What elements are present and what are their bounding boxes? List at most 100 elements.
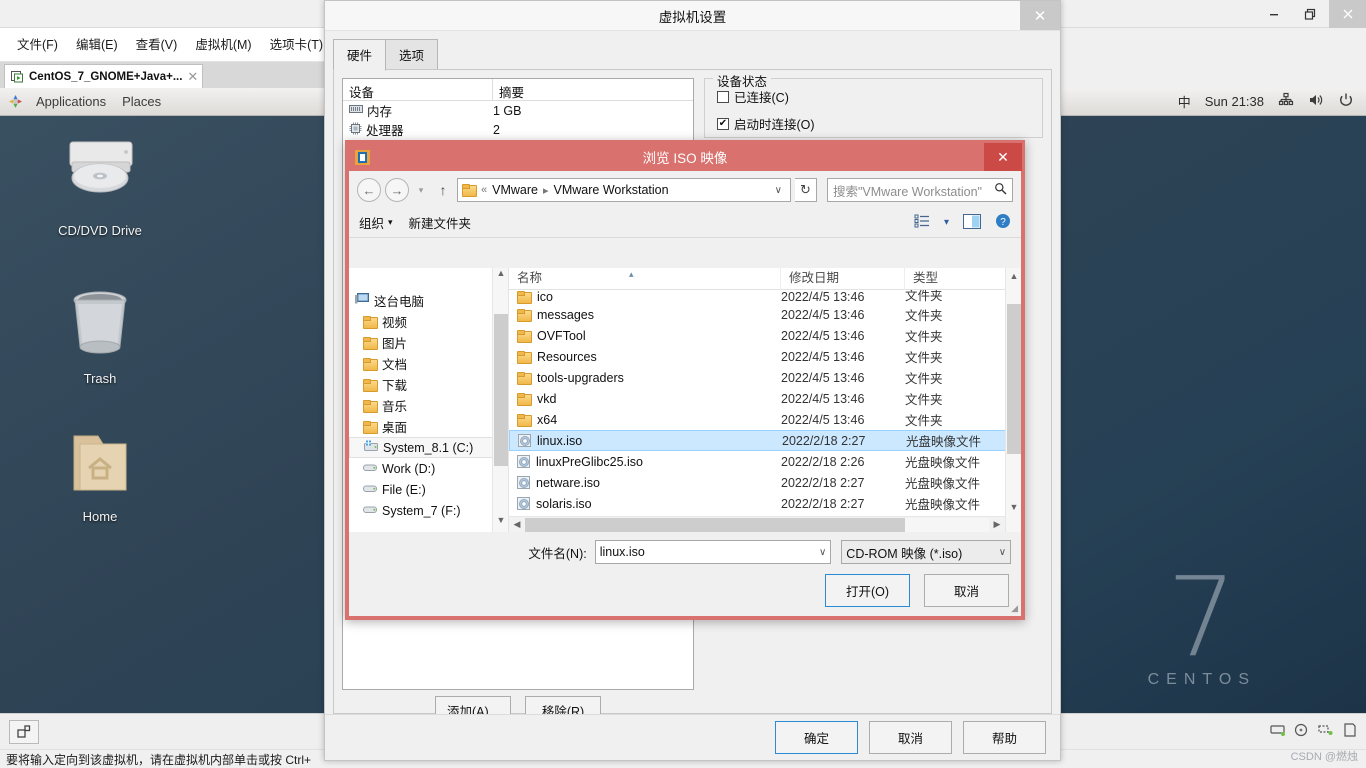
vm-tab-close-icon[interactable]: ✕: [187, 69, 198, 85]
address-dropdown-icon[interactable]: ∨: [771, 185, 786, 196]
nav-scroll-up-icon[interactable]: ▲: [493, 268, 508, 285]
nav-item-system-81-c[interactable]: System_8.1 (C:): [349, 437, 504, 458]
nav-item-system-7-f[interactable]: System_7 (F:): [349, 500, 508, 521]
nav-item-documents[interactable]: 文档: [349, 353, 508, 374]
vm-settings-close-button[interactable]: ✕: [1020, 1, 1060, 30]
list-item[interactable]: solaris.iso 2022/2/18 2:27 光盘映像文件: [509, 493, 1021, 514]
new-folder-button[interactable]: 新建文件夹: [409, 213, 472, 232]
list-item[interactable]: ico 2022/4/5 13:46 文件夹: [509, 290, 1021, 304]
network-icon[interactable]: [1278, 92, 1294, 111]
volume-icon[interactable]: [1308, 92, 1324, 111]
gnome-clock[interactable]: Sun 21:38: [1205, 94, 1264, 109]
scroll-down-icon[interactable]: ▼: [1006, 499, 1021, 516]
nav-item-work-d[interactable]: Work (D:): [349, 458, 508, 479]
refresh-icon[interactable]: ↻: [795, 178, 817, 202]
nav-item-videos[interactable]: 视频: [349, 311, 508, 332]
filter-dropdown-icon[interactable]: ∨: [999, 547, 1006, 558]
nav-item-downloads[interactable]: 下载: [349, 374, 508, 395]
nav-item-pictures[interactable]: 图片: [349, 332, 508, 353]
restore-guest-view-button[interactable]: [9, 719, 39, 744]
search-input[interactable]: 搜索"VMware Workstation": [827, 178, 1013, 202]
cancel-button[interactable]: 取消: [869, 721, 952, 754]
list-item[interactable]: Resources 2022/4/5 13:46 文件夹: [509, 346, 1021, 367]
power-icon[interactable]: [1338, 92, 1354, 111]
search-icon[interactable]: [994, 182, 1007, 198]
recent-locations-caret-icon[interactable]: ▾: [413, 185, 429, 196]
usb-tray-icon[interactable]: [1342, 723, 1358, 740]
list-item[interactable]: linuxPreGlibc25.iso 2022/2/18 2:26 光盘映像文…: [509, 451, 1021, 472]
nav-pane-scrollbar[interactable]: ▲ ▼: [492, 268, 508, 532]
file-list-scroll-thumb[interactable]: [1007, 304, 1021, 454]
file-type-filter-select[interactable]: CD-ROM 映像 (*.iso) ∨: [841, 540, 1012, 564]
menu-view[interactable]: 查看(V): [127, 34, 187, 56]
list-item[interactable]: OVFTool 2022/4/5 13:46 文件夹: [509, 325, 1021, 346]
organize-menu[interactable]: 组织 ▾: [359, 213, 393, 232]
gnome-applications-menu[interactable]: Applications: [28, 94, 114, 109]
connect-at-poweron-checkbox-row[interactable]: ✔ 启动时连接(O): [717, 114, 1042, 133]
desktop-icon-home[interactable]: Home: [0, 424, 200, 524]
menu-edit[interactable]: 编辑(E): [67, 34, 127, 56]
scroll-up-icon[interactable]: ▲: [1006, 268, 1021, 285]
forward-icon[interactable]: →: [385, 178, 409, 202]
cancel-button[interactable]: 取消: [924, 574, 1009, 607]
connect-at-poweron-checkbox[interactable]: ✔: [717, 117, 729, 130]
menu-file[interactable]: 文件(F): [8, 34, 67, 56]
vm-tab-centos[interactable]: CentOS_7_GNOME+Java+... ✕: [4, 64, 204, 88]
desktop-icon-cd-dvd-drive[interactable]: CD/DVD Drive: [0, 134, 200, 238]
scroll-left-icon[interactable]: ◀: [509, 519, 525, 530]
breadcrumb-item-vmware-workstation[interactable]: VMware Workstation: [554, 183, 669, 197]
close-icon[interactable]: [1329, 0, 1366, 28]
address-bar[interactable]: « VMware ▸ VMware Workstation ∨: [457, 178, 791, 202]
up-one-level-icon[interactable]: ↑: [433, 182, 453, 198]
view-chevron-down-icon[interactable]: ▾: [944, 217, 949, 228]
nav-scroll-down-icon[interactable]: ▼: [493, 515, 508, 532]
list-item[interactable]: messages 2022/4/5 13:46 文件夹: [509, 304, 1021, 325]
tab-hardware[interactable]: 硬件: [333, 39, 387, 71]
file-list-scrollbar[interactable]: ▲ ▼: [1005, 268, 1021, 532]
column-header-name[interactable]: 名称 ▴: [509, 268, 781, 290]
preview-pane-icon[interactable]: [963, 213, 981, 232]
nav-item-this-pc[interactable]: 这台电脑: [349, 290, 508, 311]
table-row[interactable]: 处理器 2: [343, 120, 693, 139]
nav-item-file-e[interactable]: File (E:): [349, 479, 508, 500]
help-button[interactable]: 帮助: [963, 721, 1046, 754]
gnome-places-menu[interactable]: Places: [114, 94, 169, 109]
list-item[interactable]: tools-upgraders 2022/4/5 13:46 文件夹: [509, 367, 1021, 388]
browse-iso-close-button[interactable]: ✕: [984, 143, 1022, 171]
connected-checkbox[interactable]: [717, 90, 729, 103]
table-row[interactable]: 内存 1 GB: [343, 101, 693, 120]
breadcrumb-item-vmware[interactable]: VMware: [492, 183, 538, 197]
list-item[interactable]: x64 2022/4/5 13:46 文件夹: [509, 409, 1021, 430]
list-item[interactable]: netware.iso 2022/2/18 2:27 光盘映像文件: [509, 472, 1021, 493]
minimize-icon[interactable]: [1255, 0, 1292, 28]
view-list-icon[interactable]: [914, 214, 930, 231]
nav-item-music[interactable]: 音乐: [349, 395, 508, 416]
column-header-date[interactable]: 修改日期: [781, 268, 905, 290]
harddisk-tray-icon[interactable]: [1270, 723, 1286, 740]
tab-options[interactable]: 选项: [385, 39, 439, 71]
hscroll-track[interactable]: [525, 517, 989, 532]
file-list-horizontal-scrollbar[interactable]: ◀ ▶: [509, 516, 1005, 532]
file-list-pane[interactable]: 名称 ▴ 修改日期 类型 ico 2022/4/5 13:46 文件夹 mess…: [509, 268, 1021, 532]
filename-input[interactable]: linux.iso ∨: [594, 540, 832, 564]
nav-item-desktop[interactable]: 桌面: [349, 416, 508, 437]
hscroll-thumb[interactable]: [525, 517, 906, 532]
network-tray-icon[interactable]: [1318, 723, 1334, 740]
column-header-type[interactable]: 类型: [905, 268, 1011, 290]
input-method-indicator[interactable]: 中: [1178, 92, 1191, 111]
back-icon[interactable]: ←: [357, 178, 381, 202]
restore-icon[interactable]: [1292, 0, 1329, 28]
menu-tabs[interactable]: 选项卡(T): [261, 34, 332, 56]
desktop-icon-trash[interactable]: Trash: [0, 284, 200, 386]
ok-button[interactable]: 确定: [775, 721, 858, 754]
cdrom-tray-icon[interactable]: [1294, 723, 1310, 740]
list-item-selected[interactable]: linux.iso 2022/2/18 2:27 光盘映像文件: [509, 430, 1021, 451]
menu-vm[interactable]: 虚拟机(M): [186, 34, 260, 56]
resize-grip-icon[interactable]: ◢: [1011, 603, 1018, 614]
filename-dropdown-icon[interactable]: ∨: [819, 547, 826, 558]
open-button[interactable]: 打开(O): [825, 574, 910, 607]
help-icon[interactable]: ?: [995, 213, 1011, 232]
nav-scroll-thumb[interactable]: [494, 314, 508, 466]
scroll-right-icon[interactable]: ▶: [989, 519, 1005, 530]
list-item[interactable]: vkd 2022/4/5 13:46 文件夹: [509, 388, 1021, 409]
